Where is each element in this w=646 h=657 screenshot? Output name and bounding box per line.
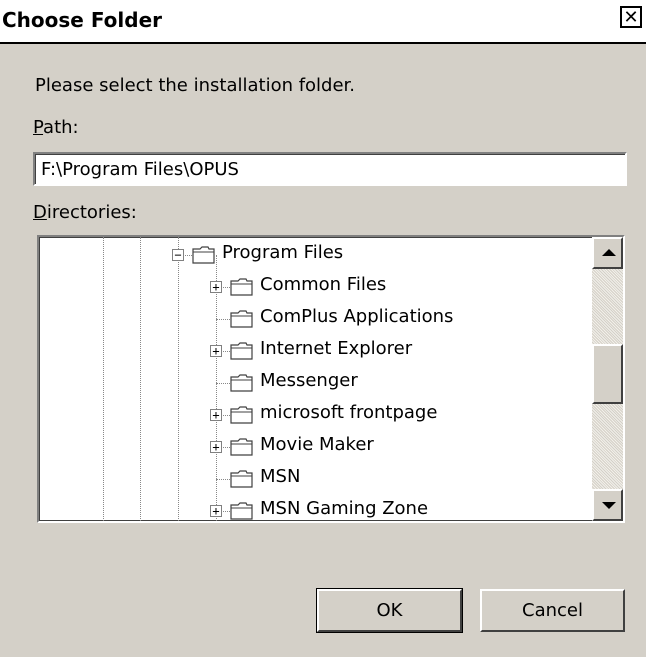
path-label-accel: P	[33, 117, 44, 138]
tree-node-label: Internet Explorer	[260, 338, 413, 359]
tree-node[interactable]: + MSN Gaming Zone	[39, 495, 579, 521]
scroll-thumb[interactable]	[592, 344, 623, 404]
path-label: Path:	[33, 117, 79, 138]
tree-node-label: Common Files	[260, 274, 387, 295]
window-title: Choose Folder	[2, 8, 163, 32]
tree-node-label: Movie Maker	[260, 434, 374, 455]
tree-node[interactable]: + microsoft frontpage	[39, 399, 579, 431]
tree-node-label: ComPlus Applications	[260, 306, 454, 327]
folder-icon	[230, 374, 253, 392]
folder-icon	[230, 406, 253, 424]
directory-tree[interactable]: − Program Files + Common Files ComPlus Appli…	[37, 235, 625, 523]
title-bar[interactable]: Choose Folder ✕	[0, 0, 646, 44]
path-label-rest: ath:	[43, 117, 79, 138]
folder-icon	[230, 438, 253, 456]
choose-folder-dialog: Choose Folder ✕ Please select the instal…	[0, 0, 646, 657]
close-button[interactable]: ✕	[620, 6, 642, 28]
instruction-text: Please select the installation folder.	[35, 75, 356, 96]
expand-icon[interactable]: +	[210, 345, 222, 357]
expand-icon[interactable]: +	[210, 281, 222, 293]
cancel-button[interactable]: Cancel	[480, 589, 625, 632]
tree-node[interactable]: − Program Files	[39, 239, 579, 271]
folder-icon	[230, 310, 253, 328]
scroll-up-button[interactable]	[592, 237, 623, 269]
directories-label-rest: irectories:	[46, 202, 137, 223]
tree-node-label: MSN	[260, 466, 301, 487]
tree-node-label: microsoft frontpage	[260, 402, 438, 423]
tree-node-label: Messenger	[260, 370, 358, 391]
directories-label-accel: D	[33, 202, 47, 223]
path-input[interactable]: F:\Program Files\OPUS	[33, 152, 627, 186]
directories-label: Directories:	[33, 202, 137, 223]
folder-icon	[230, 278, 253, 296]
tree-scrollbar[interactable]	[592, 237, 623, 521]
expand-icon[interactable]: +	[210, 505, 222, 517]
folder-icon	[230, 470, 253, 488]
scroll-down-button[interactable]	[592, 489, 623, 521]
folder-icon	[192, 246, 215, 264]
close-icon: ✕	[623, 7, 639, 28]
tree-node[interactable]: Messenger	[39, 367, 579, 399]
folder-icon	[230, 342, 253, 360]
collapse-icon[interactable]: −	[172, 249, 184, 261]
tree-node[interactable]: MSN	[39, 463, 579, 495]
tree-node-label: Program Files	[222, 242, 344, 263]
tree-node-label: MSN Gaming Zone	[260, 498, 429, 519]
arrow-up-icon	[602, 249, 616, 256]
arrow-down-icon	[602, 502, 616, 509]
tree-node[interactable]: + Internet Explorer	[39, 335, 579, 367]
ok-button[interactable]: OK	[316, 588, 463, 633]
expand-icon[interactable]: +	[210, 441, 222, 453]
expand-icon[interactable]: +	[210, 409, 222, 421]
tree-node[interactable]: ComPlus Applications	[39, 303, 579, 335]
tree-node[interactable]: + Common Files	[39, 271, 579, 303]
tree-node[interactable]: + Movie Maker	[39, 431, 579, 463]
folder-icon	[230, 502, 253, 520]
